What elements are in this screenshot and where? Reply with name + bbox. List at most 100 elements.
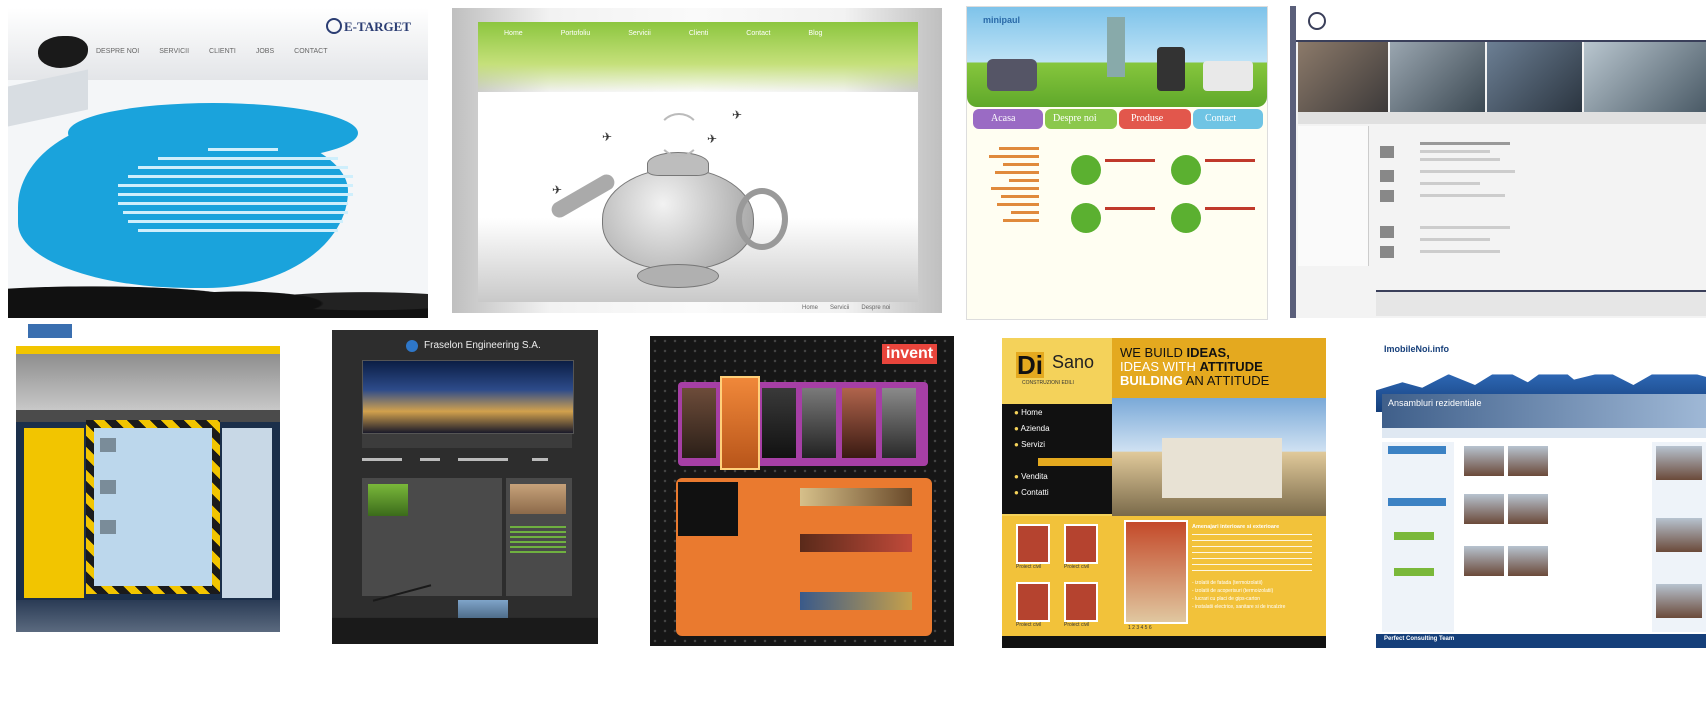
sidebar[interactable] xyxy=(1298,126,1369,266)
tab-home[interactable]: Acasa xyxy=(973,109,1043,129)
tab-products[interactable]: Produse xyxy=(1119,109,1191,129)
thumbnail-teapot[interactable]: Home Portofoliu Servicii Clienti Contact Blog… xyxy=(452,8,942,318)
tab-about[interactable]: Despre noi xyxy=(1045,109,1117,129)
tab-contact[interactable]: Contact xyxy=(1193,109,1263,129)
nav-item[interactable]: Contact xyxy=(746,30,770,37)
nav-strip[interactable] xyxy=(1298,112,1706,124)
product-item[interactable] xyxy=(1071,155,1101,185)
content-photo xyxy=(368,484,408,516)
bottom-band xyxy=(16,600,280,632)
main-nav[interactable]: Home Portofoliu Servicii Clienti Contact Blog xyxy=(504,30,842,37)
banner-title: Ansambluri rezidentiale xyxy=(1388,398,1482,408)
listing-photo[interactable] xyxy=(1464,446,1504,476)
side-text-green xyxy=(510,526,566,556)
nav-item[interactable]: DESPRE NOI xyxy=(96,48,139,55)
listing-photo[interactable] xyxy=(1464,546,1504,576)
teapot-foot xyxy=(637,264,719,288)
nav-strip[interactable] xyxy=(362,434,572,448)
thumbnail-disano[interactable]: Di Sano CONSTRUZIONI EDILI ● Home ● Azie… xyxy=(1002,338,1326,648)
listing-photo[interactable] xyxy=(1508,494,1548,524)
listing-photo[interactable] xyxy=(1656,584,1702,618)
hero-photo xyxy=(362,360,574,434)
listing-photo[interactable] xyxy=(1508,446,1548,476)
bird-icon: ✈ xyxy=(552,183,563,197)
menu-item-vendita[interactable]: ● Vendita xyxy=(1014,472,1048,481)
bullet-item: - lucrari cu placi de gips-carton xyxy=(1192,596,1261,602)
thumbnail-imobile[interactable]: ImobileNoi.info Ansambluri rezidentiale … xyxy=(1376,338,1706,648)
product-item[interactable] xyxy=(1171,155,1201,185)
thumbnail-etarget[interactable]: DESPRE NOI SERVICII CLIENTI JOBS CONTACT E-T… xyxy=(8,8,428,318)
brand-logo: minipaul xyxy=(983,15,1021,25)
project-thumb[interactable] xyxy=(1064,582,1098,622)
project-thumb[interactable] xyxy=(1064,524,1098,564)
sidebar-button[interactable] xyxy=(1388,498,1446,506)
bullet-item: - instalatii electrice, sanitare si de i… xyxy=(1192,604,1286,610)
nav-item[interactable]: Blog xyxy=(808,30,822,37)
gallery-photo[interactable] xyxy=(802,388,836,458)
gallery-photo[interactable] xyxy=(842,388,876,458)
news-photo xyxy=(800,534,912,552)
sidebar-button[interactable] xyxy=(1394,568,1434,576)
menu-item-servizi[interactable]: ● Servizi xyxy=(1014,440,1045,449)
thumbnail-kids[interactable]: minipaul Acasa Despre noi Produse Contac… xyxy=(966,6,1268,320)
product-item[interactable] xyxy=(1171,203,1201,233)
nav-item[interactable]: CLIENTI xyxy=(209,48,236,55)
news-item[interactable] xyxy=(100,480,116,494)
nav-item[interactable]: CONTACT xyxy=(294,48,327,55)
news-item[interactable] xyxy=(100,438,116,452)
listing-photo[interactable] xyxy=(1508,546,1548,576)
menu-active-bar[interactable] xyxy=(1038,458,1112,466)
product-item[interactable] xyxy=(1071,203,1101,233)
logo-icon xyxy=(406,340,418,352)
gallery-photo[interactable] xyxy=(762,388,796,458)
logo xyxy=(28,324,72,338)
menu-item-contatti[interactable]: ● Contatti xyxy=(1014,488,1049,497)
nav-item[interactable]: SERVICII xyxy=(159,48,189,55)
nav-item[interactable]: Clienti xyxy=(689,30,708,37)
bed-image xyxy=(1203,61,1253,91)
footer-nav[interactable]: Home Servicii Despre noi xyxy=(802,305,910,311)
building-shape xyxy=(1162,438,1282,498)
nav-item[interactable]: JOBS xyxy=(256,48,274,55)
logo-subtitle: CONSTRUZIONI EDILI xyxy=(1022,380,1074,386)
footer-link[interactable]: Despre noi xyxy=(861,305,890,311)
side-photo xyxy=(510,484,566,514)
thumbnail-yellow-blue[interactable] xyxy=(16,320,280,632)
listing-photo[interactable] xyxy=(1656,446,1702,480)
side-menu[interactable] xyxy=(678,482,738,536)
listing-photo[interactable] xyxy=(1464,494,1504,524)
nav-item[interactable]: Servicii xyxy=(628,30,651,37)
tower-image xyxy=(1107,17,1125,77)
nav-item[interactable]: Home xyxy=(504,30,523,37)
menu-item-azienda[interactable]: ● Azienda xyxy=(1014,424,1050,433)
footer-photo xyxy=(458,600,508,618)
news-item[interactable] xyxy=(100,520,116,534)
listing-photo[interactable] xyxy=(1656,518,1702,552)
footer-link[interactable]: Servicii xyxy=(830,305,849,311)
thumbnail-invent[interactable]: invent xyxy=(650,336,954,646)
left-panel[interactable] xyxy=(24,428,84,598)
content-list xyxy=(1380,136,1700,266)
footer-link[interactable]: Home xyxy=(802,305,818,311)
menu-item-home[interactable]: ● Home xyxy=(1014,408,1042,417)
main-nav[interactable]: DESPRE NOI SERVICII CLIENTI JOBS CONTACT xyxy=(96,48,347,55)
news-photo xyxy=(800,488,912,506)
project-thumb[interactable] xyxy=(1016,524,1050,564)
gallery-photo-active[interactable] xyxy=(720,376,760,470)
footer xyxy=(1002,636,1326,648)
subnav[interactable] xyxy=(362,456,572,466)
sidebar-button[interactable] xyxy=(1394,532,1434,540)
bird-icon: ✈ xyxy=(602,130,613,144)
footer xyxy=(1376,290,1706,316)
project-label: Proiect civil xyxy=(1064,622,1090,628)
nav-strip[interactable] xyxy=(1382,428,1706,438)
crane-photo xyxy=(16,354,280,410)
thumbnail-fraselon[interactable]: Fraselon Engineering S.A. xyxy=(332,330,598,644)
sidebar-button[interactable] xyxy=(1388,446,1446,454)
gallery-photo[interactable] xyxy=(682,388,716,458)
thumbnail-corporate[interactable] xyxy=(1290,6,1706,318)
nav-item[interactable]: Portofoliu xyxy=(561,30,591,37)
gallery-photo[interactable] xyxy=(882,388,916,458)
pagination[interactable]: 1 2 3 4 5 6 xyxy=(1128,625,1152,631)
project-thumb[interactable] xyxy=(1016,582,1050,622)
